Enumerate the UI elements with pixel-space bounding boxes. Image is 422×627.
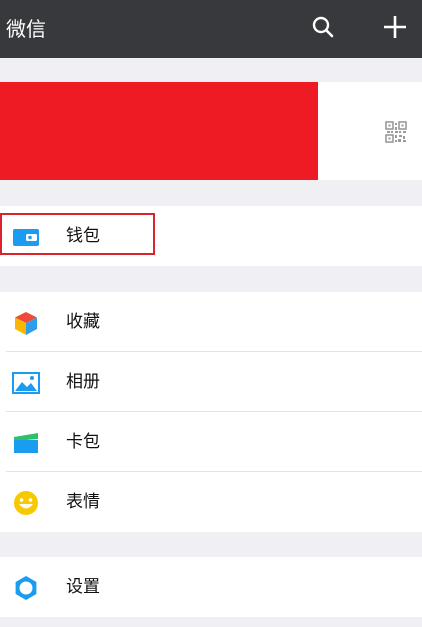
- redacted-profile-info: [0, 82, 318, 180]
- menu-item-label: 表情: [66, 492, 100, 512]
- photo-icon: [12, 369, 40, 397]
- wallet-highlight-box: [0, 213, 155, 255]
- menu-item-label: 相册: [66, 372, 100, 392]
- profile-card[interactable]: [0, 82, 422, 180]
- smiley-icon: [12, 489, 40, 517]
- top-bar: 微信: [0, 0, 422, 58]
- gear-icon: [12, 574, 40, 602]
- card-wallet-icon: [12, 429, 40, 457]
- tools-section: 收藏 相册 卡包 表情: [0, 292, 422, 532]
- menu-item-label: 设置: [66, 577, 100, 597]
- menu-item-settings[interactable]: 设置: [0, 557, 422, 617]
- menu-item-stickers[interactable]: 表情: [0, 472, 422, 532]
- cube-icon: [12, 309, 40, 337]
- qr-code-icon[interactable]: [385, 121, 407, 143]
- plus-icon: [382, 14, 408, 44]
- search-icon: [311, 15, 335, 43]
- menu-item-cards[interactable]: 卡包: [0, 412, 422, 472]
- menu-item-label: 收藏: [66, 312, 100, 332]
- search-button[interactable]: [303, 9, 343, 49]
- add-button[interactable]: [375, 9, 415, 49]
- menu-item-label: 卡包: [66, 432, 100, 452]
- app-title: 微信: [6, 17, 46, 41]
- settings-section: 设置: [0, 557, 422, 617]
- menu-item-album[interactable]: 相册: [0, 352, 422, 412]
- menu-item-favorites[interactable]: 收藏: [0, 292, 422, 352]
